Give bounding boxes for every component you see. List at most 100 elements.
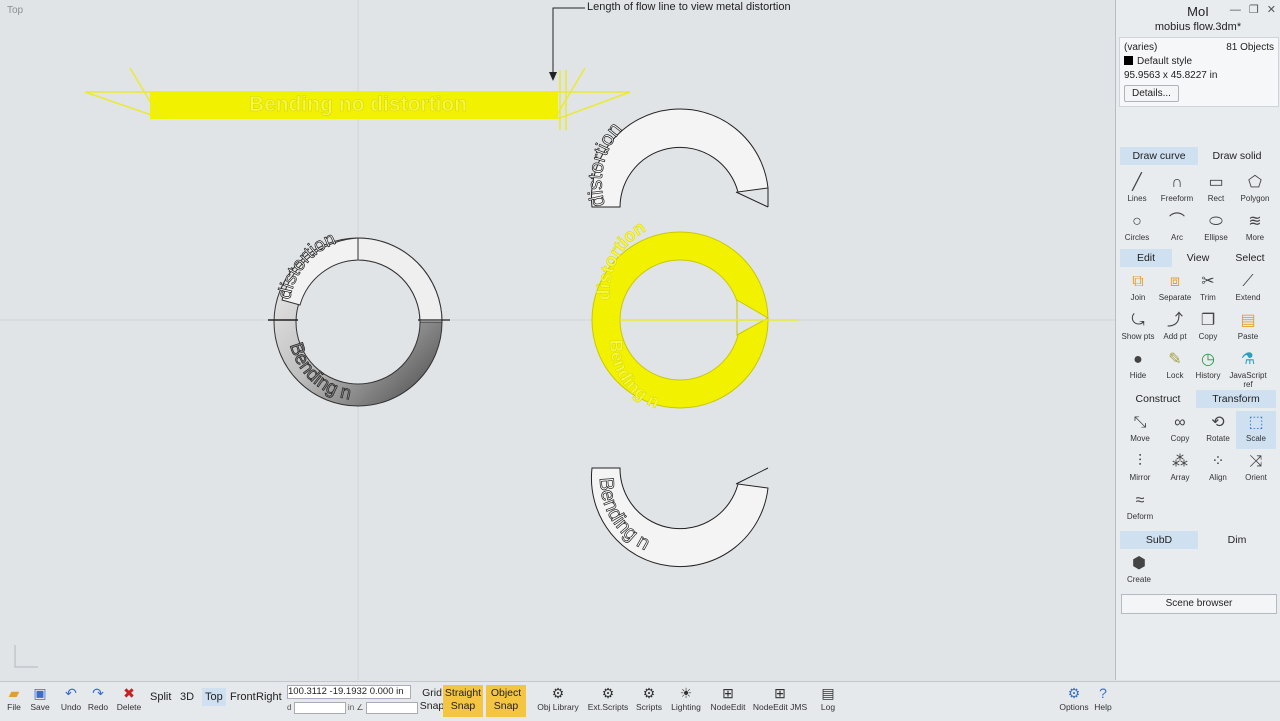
tab-subd[interactable]: SubD xyxy=(1120,531,1198,549)
redo-icon: ↷ xyxy=(92,685,104,701)
freeform-icon: ∩ xyxy=(1171,174,1183,191)
nodes-icon: ⊞ xyxy=(722,685,734,701)
scripts-button[interactable]: ⚙ Scripts xyxy=(632,684,666,718)
tool-scale[interactable]: ⬚ Scale xyxy=(1236,411,1276,449)
rect-icon: ▭ xyxy=(1208,174,1224,191)
copy-circles-icon: ∞ xyxy=(1174,414,1186,431)
nodeedit-jms-button[interactable]: ⊞ NodeEdit JMS xyxy=(752,684,808,718)
orient-icon: ⤨ xyxy=(1249,453,1263,470)
lock-icon: ✎ xyxy=(1168,351,1182,368)
tool-align[interactable]: ⁘ Align xyxy=(1198,450,1238,488)
nodeedit-button[interactable]: ⊞ NodeEdit xyxy=(708,684,748,718)
tool-array[interactable]: ⁂ Array xyxy=(1160,450,1200,488)
tool-orient[interactable]: ⤨ Orient xyxy=(1236,450,1276,488)
help-button[interactable]: ? Help xyxy=(1092,684,1114,718)
details-button[interactable]: Details... xyxy=(1124,85,1179,102)
tab-draw-solid[interactable]: Draw solid xyxy=(1198,147,1276,165)
coordinate-values: 100.3112 -19.1932 0.000 xyxy=(288,686,394,697)
tool-circles[interactable]: ○ Circles xyxy=(1117,210,1157,248)
tool-mirror[interactable]: ⫶ Mirror xyxy=(1120,450,1160,488)
tool-copy[interactable]: ❐ Copy xyxy=(1188,309,1228,347)
ext-scripts-button[interactable]: ⚙ Ext.Scripts xyxy=(586,684,630,718)
spring-icon: ≋ xyxy=(1248,213,1262,230)
save-icon: ▣ xyxy=(33,685,47,701)
view-top[interactable]: Top xyxy=(202,688,226,706)
distance-input[interactable] xyxy=(293,702,346,714)
angle-input[interactable] xyxy=(365,702,418,714)
save-button[interactable]: ▣ Save xyxy=(28,684,52,718)
tool-rotate[interactable]: ⟲ Rotate xyxy=(1198,411,1238,449)
history-icon: ◷ xyxy=(1201,351,1215,368)
options-button[interactable]: ⚙ Options xyxy=(1058,684,1090,718)
tab-dim[interactable]: Dim xyxy=(1198,531,1276,549)
scene-browser-button[interactable]: Scene browser xyxy=(1121,594,1277,614)
style-name: Default style xyxy=(1137,56,1193,67)
tool-javascript-ref[interactable]: ⚗ JavaScript ref xyxy=(1228,348,1268,389)
lightbulb-icon: ☀ xyxy=(679,685,693,701)
tool-history[interactable]: ◷ History xyxy=(1188,348,1228,386)
view-split[interactable]: Split xyxy=(147,688,174,706)
tool-ellipse[interactable]: ⬭ Ellipse xyxy=(1196,210,1236,248)
tool-arc[interactable]: ⌒ Arc xyxy=(1157,210,1197,248)
bottom-toolbar: ▰ File ▣ Save ↶ Undo ↷ Redo ✖ Delete Split 3D… xyxy=(0,681,1280,721)
polygon-icon: ⬠ xyxy=(1248,174,1262,191)
log-icon: ▤ xyxy=(821,685,835,701)
lighting-button[interactable]: ☀ Lighting xyxy=(668,684,704,718)
gear-icon: ⚙ xyxy=(601,685,615,701)
tab-edit[interactable]: Edit xyxy=(1120,249,1172,267)
tab-select[interactable]: Select xyxy=(1224,249,1276,267)
tab-transform[interactable]: Transform xyxy=(1196,390,1276,408)
metal-ring-object[interactable]: distortion Bending n xyxy=(268,228,450,407)
minimize-icon[interactable]: — xyxy=(1230,4,1241,16)
separate-icon: ⧈ xyxy=(1169,273,1181,290)
circle-icon: ○ xyxy=(1132,213,1142,230)
rotate-icon: ⟲ xyxy=(1211,414,1225,431)
library-icon: ⚙ xyxy=(551,685,565,701)
tool-deform[interactable]: ≈ Deform xyxy=(1120,489,1160,527)
tool-lines[interactable]: ╱ Lines xyxy=(1117,171,1157,209)
coordinate-readout[interactable]: 100.3112 -19.1932 0.000 in xyxy=(287,685,411,699)
tool-move[interactable]: ⤡ Move xyxy=(1120,411,1160,449)
tool-join[interactable]: ⧉ Join xyxy=(1118,270,1158,308)
top-arc-object[interactable]: distortion xyxy=(584,108,769,209)
file-button[interactable]: ▰ File xyxy=(2,684,26,718)
tool-transform-copy[interactable]: ∞ Copy xyxy=(1160,411,1200,449)
viewport-top[interactable]: Top Length of flow line to view metal di… xyxy=(0,0,1116,680)
tool-freeform[interactable]: ∩ Freeform xyxy=(1157,171,1197,209)
tab-view[interactable]: View xyxy=(1172,249,1224,267)
tool-trim[interactable]: ✂ Trim xyxy=(1188,270,1228,308)
straight-snap-toggle[interactable]: Straight Snap xyxy=(443,685,483,717)
coordinate-unit: in xyxy=(396,686,404,697)
tool-subd-create[interactable]: ⬢ Create xyxy=(1119,552,1159,590)
redo-button[interactable]: ↷ Redo xyxy=(86,684,110,718)
nodes-icon: ⊞ xyxy=(774,685,786,701)
tool-show-pts[interactable]: ⤿ Show pts xyxy=(1118,309,1158,347)
log-button[interactable]: ▤ Log xyxy=(814,684,842,718)
obj-library-button[interactable]: ⚙ Obj Library xyxy=(536,684,580,718)
tool-polygon[interactable]: ⬠ Polygon xyxy=(1235,171,1275,209)
maximize-icon[interactable]: ❐ xyxy=(1249,4,1259,16)
close-icon[interactable]: ✕ xyxy=(1267,4,1276,16)
scene-canvas[interactable]: Bending no distortion distortion Bending… xyxy=(0,0,1115,680)
view-right[interactable]: Right xyxy=(253,688,285,706)
object-name[interactable]: (varies) xyxy=(1124,42,1157,53)
tool-extend[interactable]: ⟋ Extend xyxy=(1228,270,1268,308)
tool-rect[interactable]: ▭ Rect xyxy=(1196,171,1236,209)
scale-icon: ⬚ xyxy=(1248,414,1264,431)
object-snap-toggle[interactable]: Object Snap xyxy=(486,685,526,717)
style-row[interactable]: Default style xyxy=(1124,56,1192,67)
tab-draw-curve[interactable]: Draw curve xyxy=(1120,147,1198,165)
tool-more[interactable]: ≋ More xyxy=(1235,210,1275,248)
extend-icon: ⟋ xyxy=(1242,273,1254,290)
yellow-ring-object[interactable]: distortion Bending n xyxy=(591,217,798,412)
tool-paste[interactable]: ▤ Paste xyxy=(1228,309,1268,347)
delete-button[interactable]: ✖ Delete xyxy=(116,684,142,718)
tool-hide[interactable]: ● Hide xyxy=(1118,348,1158,386)
move-icon: ⤡ xyxy=(1133,414,1147,431)
undo-button[interactable]: ↶ Undo xyxy=(58,684,84,718)
tab-construct[interactable]: Construct xyxy=(1120,390,1196,408)
view-3d[interactable]: 3D xyxy=(177,688,197,706)
ellipse-icon: ⬭ xyxy=(1209,213,1223,230)
style-swatch-icon xyxy=(1124,56,1133,65)
bottom-arc-object[interactable]: Bending n xyxy=(590,467,769,568)
